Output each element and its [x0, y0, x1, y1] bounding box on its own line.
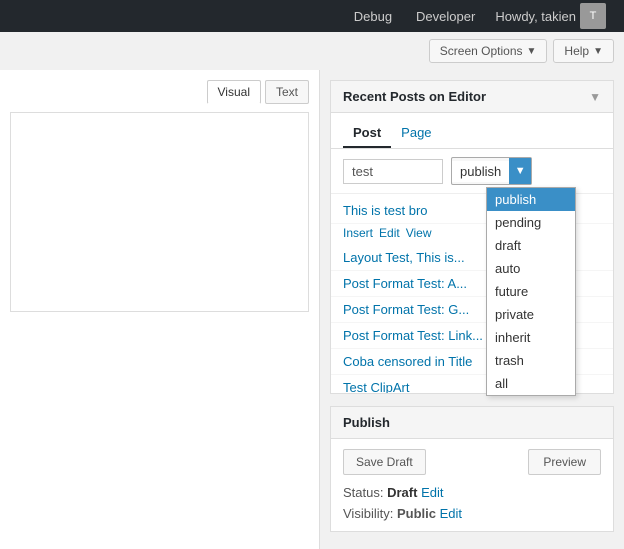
- help-label: Help: [564, 44, 589, 58]
- publish-status-row: Status: Draft Edit: [343, 485, 601, 500]
- status-dropdown-arrow[interactable]: ▼: [509, 158, 531, 184]
- debug-menu-item[interactable]: Debug: [342, 0, 404, 32]
- developer-menu-item[interactable]: Developer: [404, 0, 487, 32]
- dropdown-item-auto[interactable]: auto: [487, 257, 575, 280]
- view-link[interactable]: View: [406, 226, 432, 240]
- avatar[interactable]: T: [580, 3, 606, 29]
- recent-posts-filter: publish ▼ publish pending draft auto fut…: [331, 149, 613, 193]
- dropdown-item-trash[interactable]: trash: [487, 349, 575, 372]
- edit-link[interactable]: Edit: [379, 226, 400, 240]
- search-input[interactable]: [343, 159, 443, 184]
- screen-options-button[interactable]: Screen Options ▼: [429, 39, 548, 63]
- status-select-wrap: publish ▼: [451, 157, 532, 185]
- howdy-item[interactable]: Howdy, takien T: [487, 0, 614, 32]
- dropdown-item-private[interactable]: private: [487, 303, 575, 326]
- publish-visibility-row: Visibility: Public Edit: [343, 506, 601, 521]
- publish-widget: Publish Save Draft Preview Status: Draft…: [330, 406, 614, 532]
- dropdown-item-publish[interactable]: publish: [487, 188, 575, 211]
- recent-posts-tabs: Post Page: [331, 113, 613, 149]
- visibility-label: Visibility:: [343, 506, 393, 521]
- visibility-value: Public: [397, 506, 436, 521]
- sub-toolbar: Screen Options ▼ Help ▼: [0, 32, 624, 70]
- help-chevron-icon: ▼: [593, 46, 603, 57]
- dropdown-item-inherit[interactable]: inherit: [487, 326, 575, 349]
- publish-body: Save Draft Preview Status: Draft Edit Vi…: [331, 439, 613, 531]
- editor-panel: Visual Text: [0, 70, 320, 549]
- status-label: Status:: [343, 485, 383, 500]
- status-select-value: publish: [452, 161, 509, 182]
- dropdown-item-draft[interactable]: draft: [487, 234, 575, 257]
- editor-tabs: Visual Text: [10, 80, 309, 112]
- dropdown-item-all[interactable]: all: [487, 372, 575, 395]
- tab-page[interactable]: Page: [391, 121, 441, 148]
- admin-bar: Debug Developer Howdy, takien T: [0, 0, 624, 32]
- screen-options-label: Screen Options: [440, 44, 523, 58]
- right-panel: Recent Posts on Editor ▼ Post Page publi…: [320, 70, 624, 549]
- publish-title: Publish: [331, 407, 613, 439]
- publish-actions: Save Draft Preview: [343, 449, 601, 475]
- howdy-label: Howdy, takien: [495, 9, 576, 24]
- visibility-edit-link[interactable]: Edit: [440, 506, 462, 521]
- widget-collapse-icon[interactable]: ▼: [589, 90, 601, 104]
- tab-post[interactable]: Post: [343, 121, 391, 148]
- preview-button[interactable]: Preview: [528, 449, 601, 475]
- dropdown-item-future[interactable]: future: [487, 280, 575, 303]
- editor-area[interactable]: [10, 112, 309, 312]
- recent-posts-widget: Recent Posts on Editor ▼ Post Page publi…: [330, 80, 614, 394]
- main-layout: Visual Text Recent Posts on Editor ▼ Pos…: [0, 70, 624, 549]
- status-value: Draft: [387, 485, 417, 500]
- status-edit-link[interactable]: Edit: [421, 485, 443, 500]
- help-button[interactable]: Help ▼: [553, 39, 614, 63]
- dropdown-item-pending[interactable]: pending: [487, 211, 575, 234]
- screen-options-chevron-icon: ▼: [527, 46, 537, 57]
- save-draft-button[interactable]: Save Draft: [343, 449, 426, 475]
- tab-visual[interactable]: Visual: [207, 80, 261, 104]
- recent-posts-header: Recent Posts on Editor ▼: [331, 81, 613, 113]
- insert-link[interactable]: Insert: [343, 226, 373, 240]
- recent-posts-title: Recent Posts on Editor: [343, 89, 486, 104]
- tab-text[interactable]: Text: [265, 80, 309, 104]
- status-dropdown: publish pending draft auto future privat…: [486, 187, 576, 396]
